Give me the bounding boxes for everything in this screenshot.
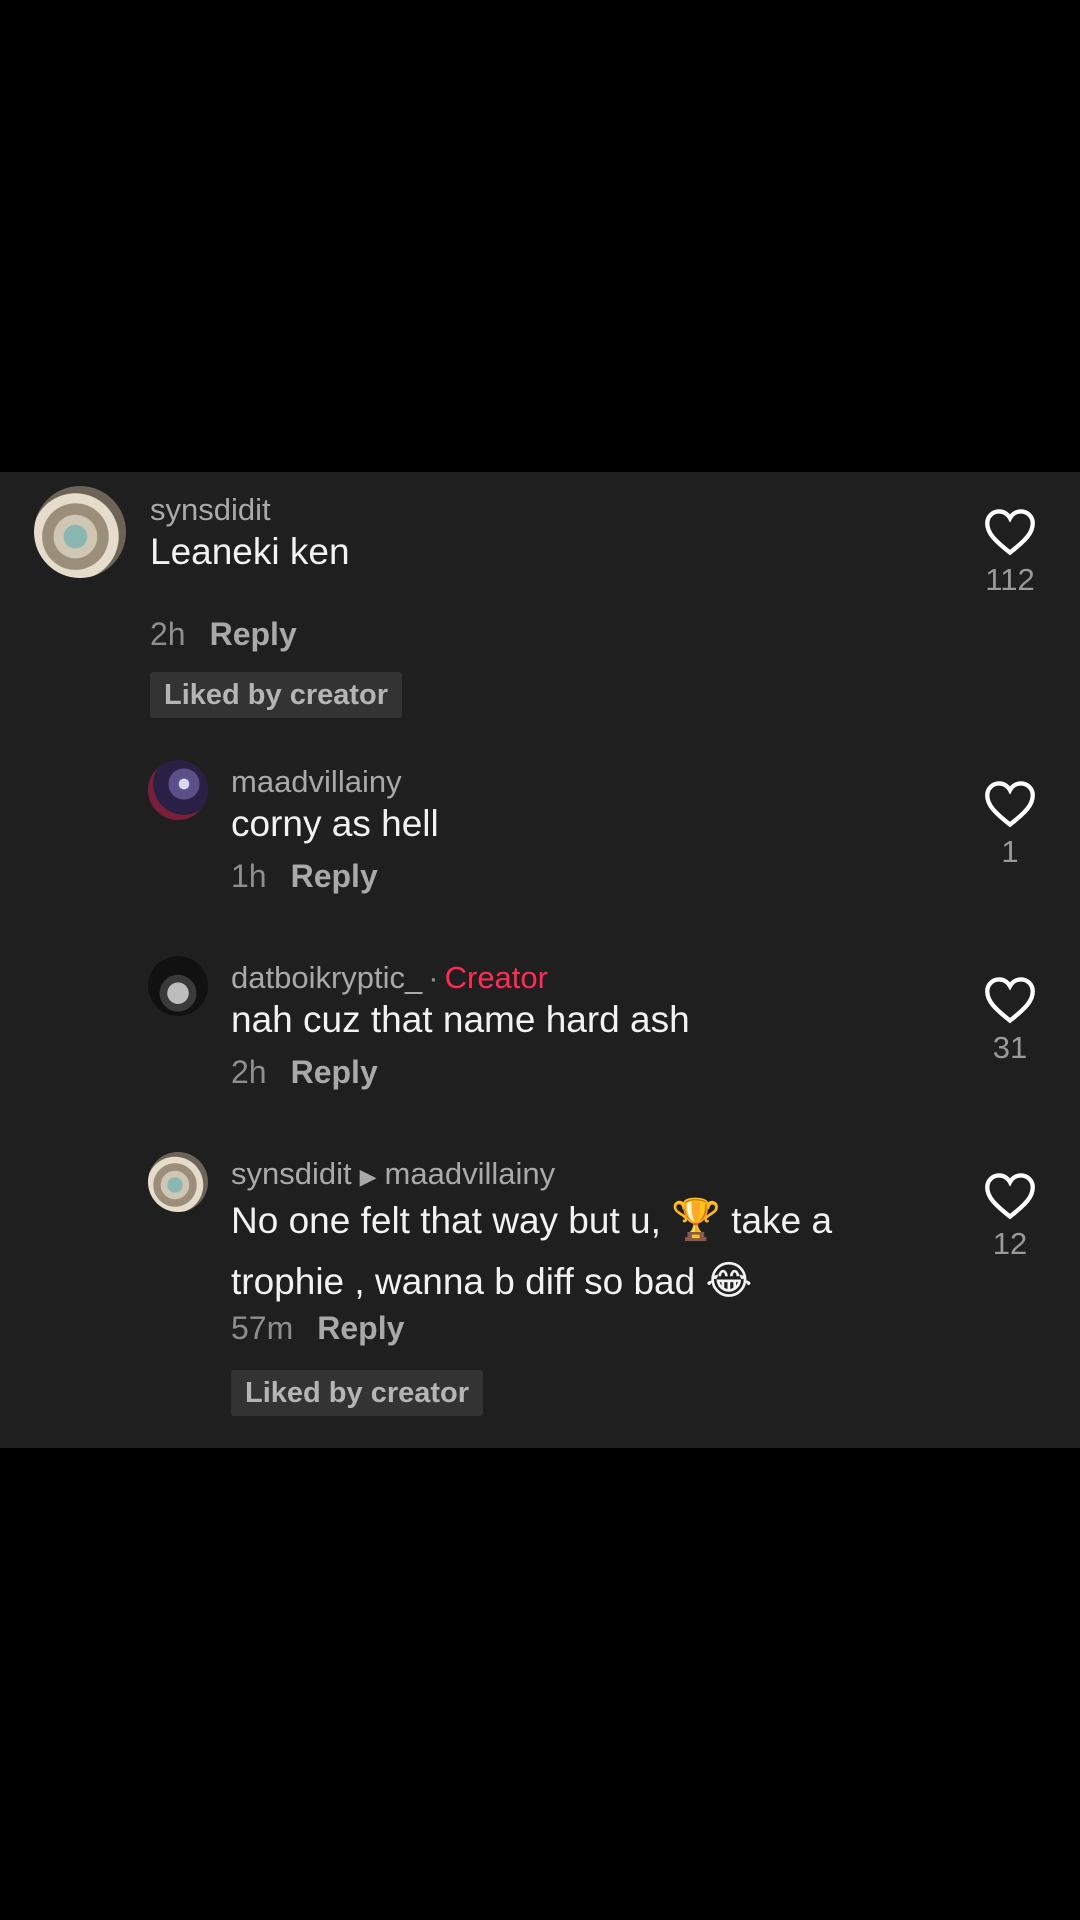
comment-item: synsdidit Leaneki ken 2h Reply Liked by c… (0, 472, 1080, 732)
reply-button[interactable]: Reply (291, 1054, 378, 1090)
reply-to-username[interactable]: maadvillainy (385, 1156, 556, 1191)
liked-by-creator-badge: Liked by creator (231, 1370, 484, 1416)
comment-text: corny as hell (231, 803, 439, 844)
comment-text: Leaneki ken (150, 531, 350, 572)
like-button[interactable]: 31 (970, 976, 1050, 1066)
comments-panel: synsdidit Leaneki ken 2h Reply Liked by c… (0, 472, 1080, 1448)
comment-text: nah cuz that name hard ash (231, 999, 690, 1040)
like-count: 31 (992, 1030, 1028, 1065)
comment-time: 57m (231, 1310, 294, 1346)
reply-button[interactable]: Reply (210, 616, 297, 652)
reply-item: maadvillainy corny as hell 1h Reply 1 (0, 742, 1080, 932)
trophy-emoji: 🏆 (671, 1198, 721, 1242)
comment-meta: 2h Reply (150, 616, 297, 653)
comment-time: 2h (150, 616, 186, 652)
comment-text-part: take a (731, 1200, 833, 1241)
comment-meta: 57m Reply (231, 1310, 404, 1347)
comment-text-part: No one felt that way but u, (231, 1200, 661, 1241)
comment-text-part: trophie , wanna b diff so bad (231, 1261, 696, 1302)
like-button[interactable]: 12 (970, 1172, 1050, 1262)
comment-time: 2h (231, 1054, 267, 1090)
heart-outline-icon (985, 1173, 1035, 1220)
comment-username-row: synsdidit ▶ maadvillainy (231, 1156, 555, 1192)
reply-item: synsdidit ▶ maadvillainy No one felt that … (0, 1134, 1080, 1434)
comment-text: No one felt that way but u, 🏆 take a tro… (231, 1190, 832, 1312)
like-button[interactable]: 1 (970, 780, 1050, 870)
liked-by-creator-badge: Liked by creator (150, 672, 403, 718)
heart-outline-icon (985, 781, 1035, 828)
heart-outline-icon (985, 977, 1035, 1024)
reply-item: datboikryptic_ · Creator nah cuz that name… (0, 938, 1080, 1128)
reply-button[interactable]: Reply (317, 1310, 404, 1346)
play-triangle-icon: ▶ (359, 1164, 377, 1189)
heart-outline-icon (985, 509, 1035, 556)
avatar[interactable] (148, 956, 208, 1016)
comment-username[interactable]: synsdidit (231, 1156, 352, 1191)
like-count: 12 (992, 1226, 1028, 1261)
avatar[interactable] (148, 760, 208, 820)
comment-time: 1h (231, 858, 267, 894)
like-count: 112 (985, 562, 1035, 597)
like-count: 1 (1001, 834, 1019, 869)
comment-meta: 2h Reply (231, 1054, 378, 1091)
avatar[interactable] (34, 486, 126, 578)
like-button[interactable]: 112 (970, 508, 1050, 598)
laughing-emoji: 😂 (705, 1259, 753, 1303)
comment-meta: 1h Reply (231, 858, 378, 895)
reply-button[interactable]: Reply (291, 858, 378, 894)
avatar[interactable] (148, 1152, 208, 1212)
